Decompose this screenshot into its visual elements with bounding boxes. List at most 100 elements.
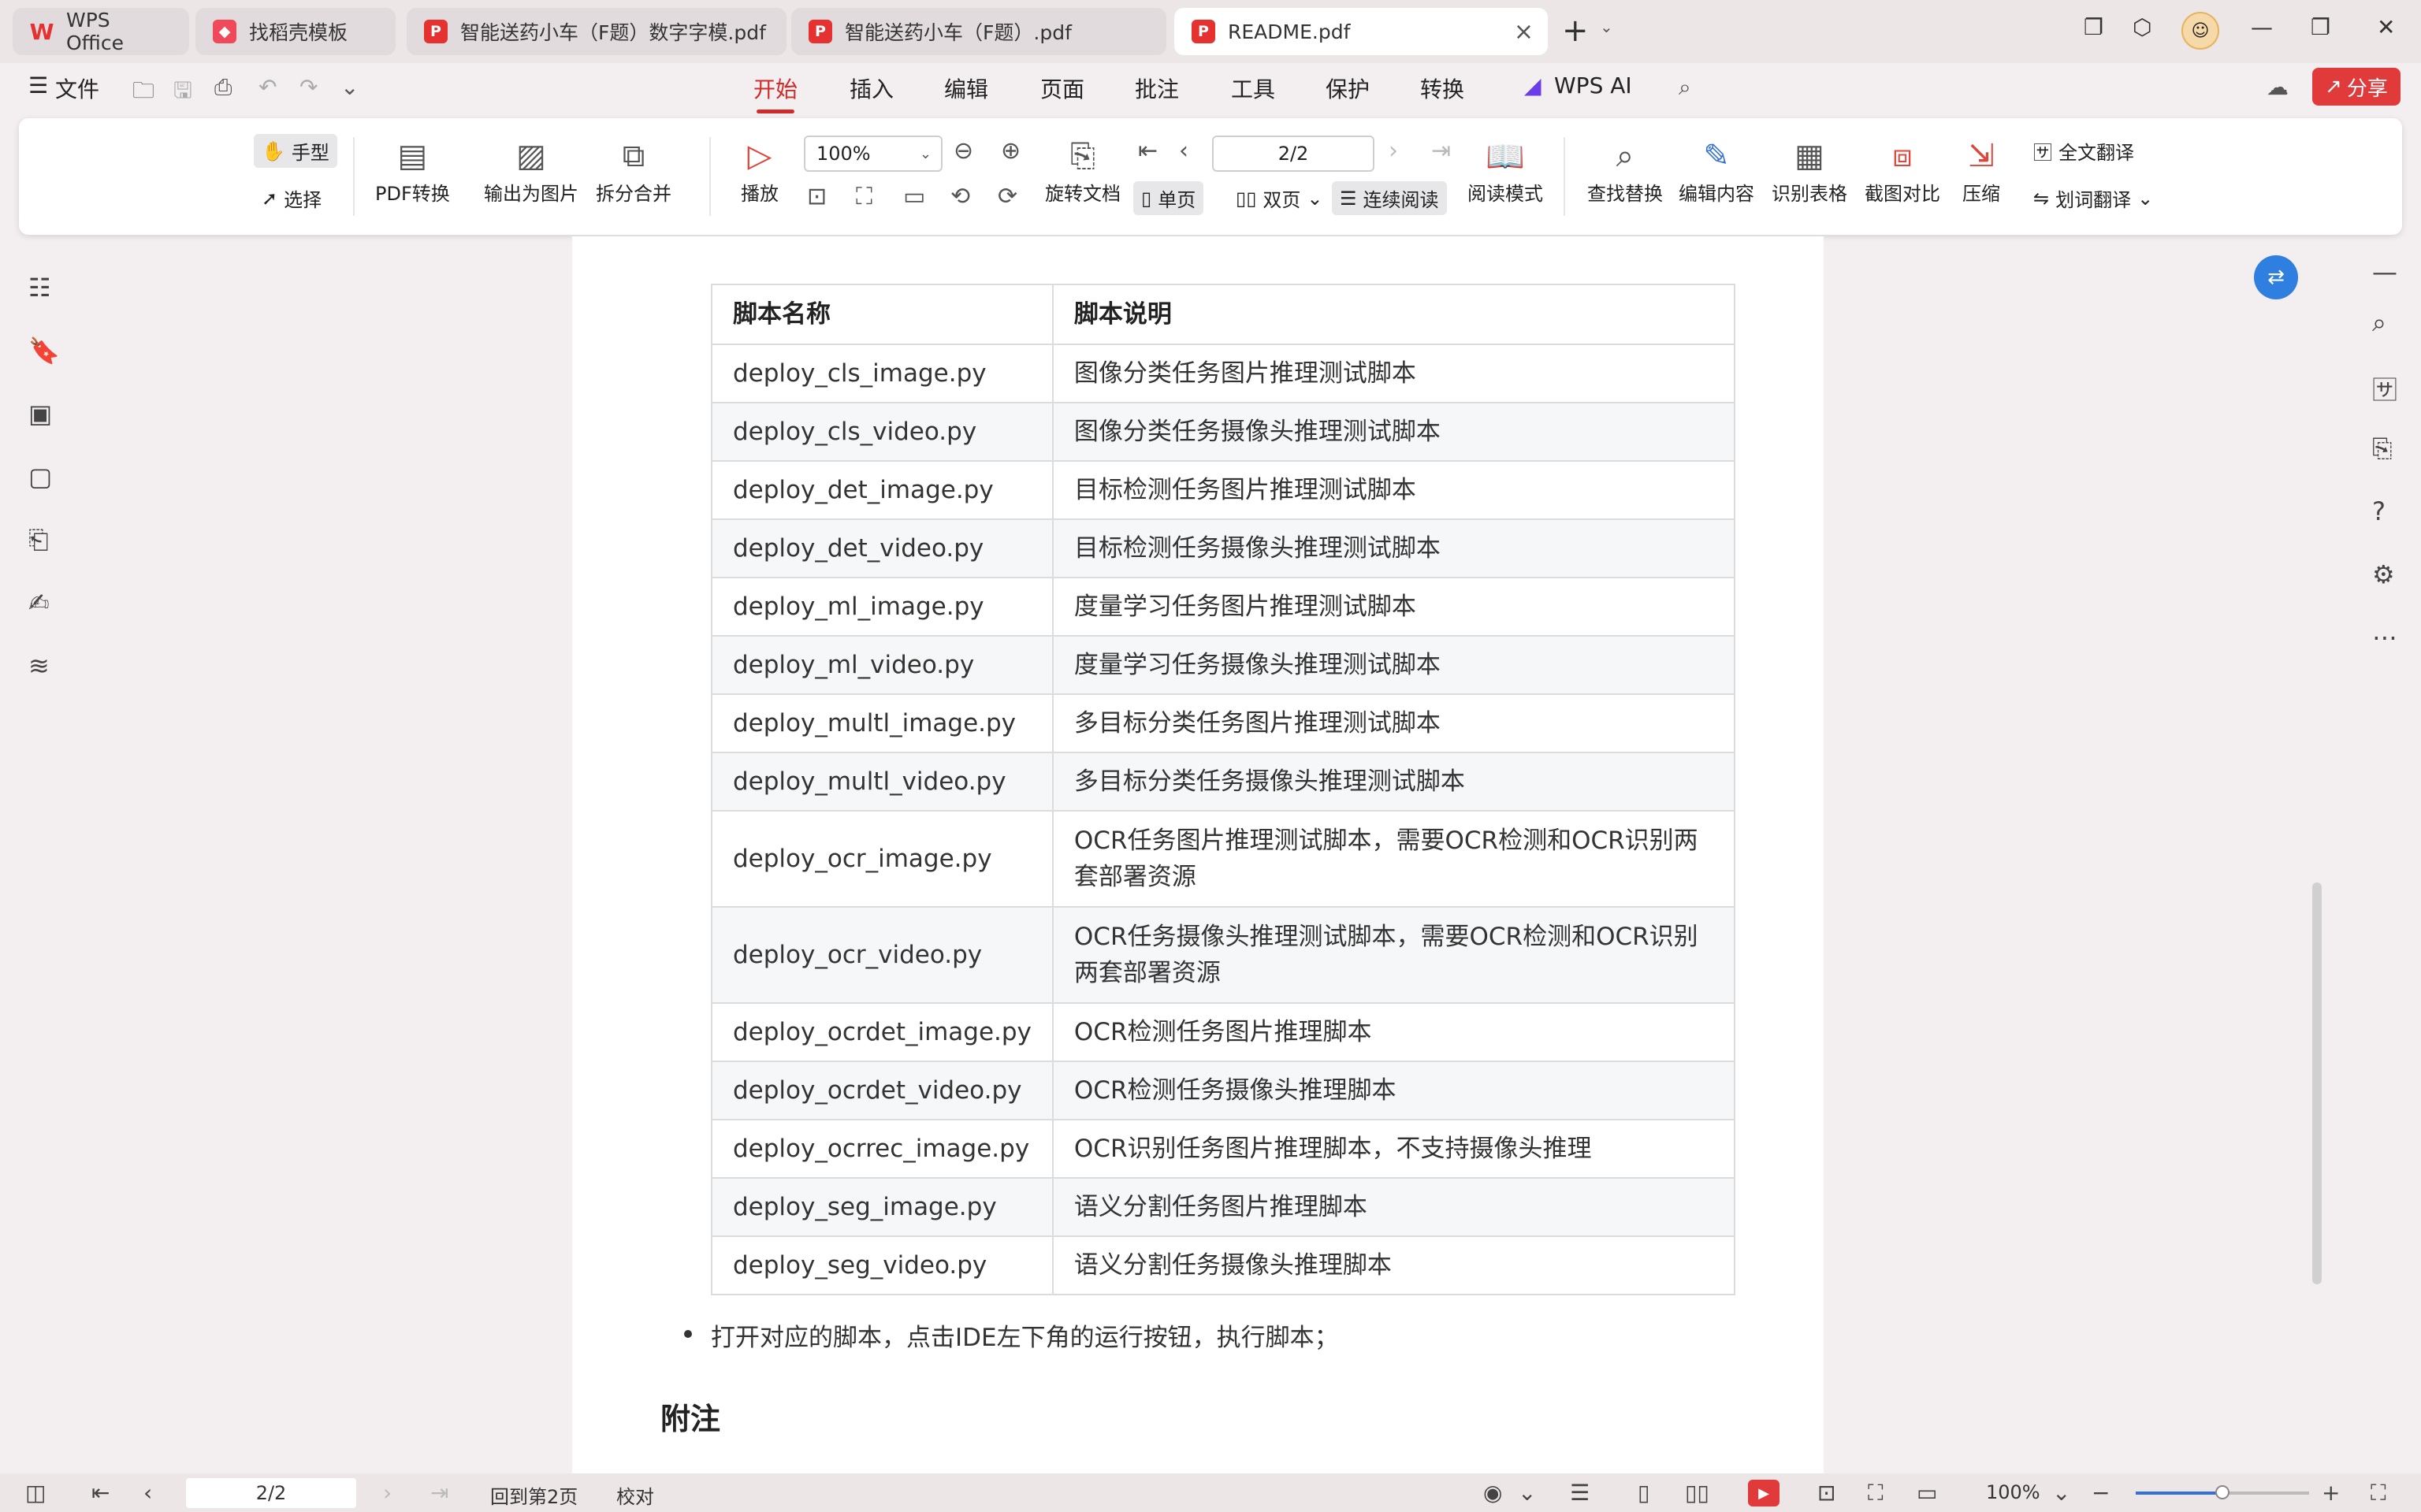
undo-icon[interactable]: ↶ — [258, 74, 277, 100]
recognize-table-button[interactable]: ▦ 识别表格 — [1772, 134, 1847, 206]
zoom-in-icon[interactable]: ⊕ — [1001, 137, 1021, 165]
menu-wps-ai[interactable]: WPS AI — [1554, 72, 1632, 98]
avatar[interactable]: ☺ — [2181, 12, 2219, 50]
page-number-input[interactable]: 2/2 — [1212, 136, 1374, 172]
print-icon[interactable]: ⎙ — [214, 74, 232, 101]
comment-icon[interactable]: ▢ — [28, 462, 52, 492]
menu-insert[interactable]: 插入 — [850, 72, 894, 104]
close-window-icon[interactable]: ✕ — [2377, 14, 2395, 40]
menu-tools[interactable]: 工具 — [1231, 72, 1275, 104]
play-button[interactable]: ▶ — [1748, 1480, 1779, 1506]
zoom-out-icon[interactable]: − — [2092, 1480, 2110, 1506]
more-icon[interactable]: ⋯ — [2372, 622, 2397, 652]
chevron-down-icon[interactable]: ⌄ — [340, 74, 359, 100]
vertical-scrollbar[interactable] — [2312, 882, 2322, 1284]
menu-page[interactable]: 页面 — [1040, 72, 1084, 104]
search-icon[interactable]: ⌕ — [1679, 74, 1691, 101]
single-page-button[interactable]: ▯ 单页 — [1133, 181, 1204, 215]
menu-edit[interactable]: 编辑 — [944, 72, 988, 104]
sidebar-toggle-icon[interactable]: ◫ — [25, 1480, 46, 1506]
word-translate-button[interactable]: ⇋ 划词翻译 ⌄ — [2025, 181, 2161, 215]
attachment-icon[interactable]: ⎗ — [28, 525, 49, 555]
single-page-icon[interactable]: ▯ — [1638, 1480, 1649, 1506]
settings-sliders-icon[interactable]: ⚙ — [2372, 559, 2395, 589]
chevron-down-icon[interactable]: ⌄ — [1518, 1480, 1536, 1506]
menu-annotate[interactable]: 批注 — [1135, 72, 1179, 104]
hamburger-icon[interactable]: ☰ — [28, 72, 48, 98]
hand-tool-button[interactable]: ✋ 手型 — [254, 134, 337, 168]
continuous-read-button[interactable]: ☰ 连续阅读 — [1332, 181, 1447, 215]
help-icon[interactable]: ? — [2372, 496, 2386, 526]
rotate-document-button[interactable]: ⎘ 旋转文档 — [1045, 134, 1121, 206]
menu-start[interactable]: 开始 — [753, 72, 798, 113]
open-folder-icon[interactable]: 🗀 — [132, 74, 154, 112]
outline-icon[interactable]: ☷ — [28, 273, 51, 303]
chevron-down-icon[interactable]: ⌄ — [1600, 17, 1613, 36]
file-menu[interactable]: 文件 — [55, 72, 99, 104]
fit-width-icon[interactable]: ▭ — [903, 183, 925, 210]
tab-docer-templates[interactable]: ◆ 找稻壳模板 — [195, 8, 396, 55]
split-merge-button[interactable]: ⧉ 拆分合并 — [596, 134, 671, 206]
fullscreen-icon[interactable]: ⛶ — [2371, 1480, 2386, 1506]
float-assistant-button[interactable]: ⇄ — [2254, 255, 2298, 299]
proofread-link[interactable]: 校对 — [616, 1481, 654, 1509]
fit-page-icon[interactable]: ⛶ — [1868, 1480, 1884, 1506]
next-page-icon[interactable]: › — [383, 1480, 392, 1506]
layers-icon[interactable]: ≋ — [28, 651, 50, 681]
redo-icon[interactable]: ↷ — [299, 74, 318, 100]
search-icon[interactable]: ⌕ — [2372, 307, 2386, 338]
edit-content-button[interactable]: ✎ 编辑内容 — [1679, 134, 1754, 206]
thumbnail-icon[interactable]: ▣ — [28, 399, 52, 429]
chevron-down-icon[interactable]: ⌄ — [2052, 1480, 2070, 1506]
double-page-button[interactable]: ▯▯ 双页 ⌄ — [1228, 181, 1331, 215]
zoom-select[interactable]: 100% ⌄ — [804, 136, 943, 172]
next-page-icon[interactable]: › — [1389, 137, 1398, 165]
last-page-icon[interactable]: ⇥ — [430, 1480, 448, 1506]
previous-page-icon[interactable]: ‹ — [1179, 137, 1188, 165]
full-translate-button[interactable]: 🈂 全文翻译 — [2025, 134, 2142, 168]
tab-wps-office[interactable]: W WPS Office — [13, 8, 189, 55]
minimize-icon[interactable]: — — [2251, 14, 2273, 40]
previous-page-icon[interactable]: ‹ — [143, 1480, 152, 1506]
screenshot-compare-button[interactable]: ⧈ 截图对比 — [1865, 134, 1940, 206]
last-page-icon[interactable]: ⇥ — [1431, 137, 1451, 165]
tab-readme[interactable]: P README.pdf × — [1174, 8, 1548, 55]
zoom-in-icon[interactable]: + — [2322, 1480, 2340, 1506]
status-page-input[interactable]: 2/2 — [186, 1478, 356, 1508]
fit-page-icon[interactable]: ⛶ — [856, 183, 872, 210]
actual-size-icon[interactable]: ⊡ — [807, 183, 827, 210]
rotate-left-icon[interactable]: ⟲ — [950, 183, 970, 210]
restore-icon[interactable]: ❐ — [2311, 14, 2330, 40]
back-to-page-link[interactable]: 回到第2页 — [490, 1481, 578, 1509]
cube-icon[interactable]: ⬡ — [2133, 14, 2151, 40]
play-button[interactable]: ▷ 播放 — [741, 134, 779, 206]
first-page-icon[interactable]: ⇤ — [1138, 137, 1158, 165]
tab-pdf-problem[interactable]: P 智能送药小车（F题）.pdf — [791, 8, 1166, 55]
zoom-level[interactable]: 100% — [1986, 1481, 2040, 1503]
new-tab-button[interactable]: + — [1562, 13, 1589, 49]
pdf-convert-button[interactable]: ▤ PDF转换 — [375, 134, 450, 206]
export-image-button[interactable]: ▨ 输出为图片 — [484, 134, 578, 206]
window-layout-icon[interactable]: ❐ — [2084, 14, 2103, 40]
zoom-out-icon[interactable]: ⊖ — [954, 137, 973, 165]
collapse-icon[interactable]: — — [2372, 257, 2397, 287]
save-icon[interactable]: 🖫 — [173, 74, 192, 112]
fit-width-icon[interactable]: ▭ — [1917, 1480, 1937, 1506]
share-button[interactable]: ↗ 分享 — [2312, 68, 2401, 106]
signature-icon[interactable]: ✍ — [28, 588, 50, 618]
menu-convert[interactable]: 转换 — [1420, 72, 1464, 104]
first-page-icon[interactable]: ⇤ — [91, 1480, 110, 1506]
zoom-slider[interactable] — [2136, 1485, 2309, 1499]
reading-mode-button[interactable]: 📖 阅读模式 — [1467, 134, 1543, 206]
double-page-icon[interactable]: ▯▯ — [1685, 1480, 1709, 1506]
continuous-view-icon[interactable]: ☰ — [1570, 1480, 1590, 1506]
tab-pdf-font[interactable]: P 智能送药小车（F题）数字字模.pdf — [407, 8, 787, 55]
translate-icon[interactable]: 🈂 — [2372, 370, 2397, 407]
select-tool-button[interactable]: ➚ 选择 — [254, 181, 329, 215]
find-replace-button[interactable]: ⌕ 查找替换 — [1587, 134, 1663, 206]
eye-icon[interactable]: ◉ — [1483, 1480, 1502, 1506]
rotate-right-icon[interactable]: ⟳ — [998, 183, 1017, 210]
menu-protect[interactable]: 保护 — [1326, 72, 1370, 104]
compress-button[interactable]: ⇲ 压缩 — [1962, 134, 2000, 206]
close-tab-icon[interactable]: × — [1514, 18, 1534, 46]
